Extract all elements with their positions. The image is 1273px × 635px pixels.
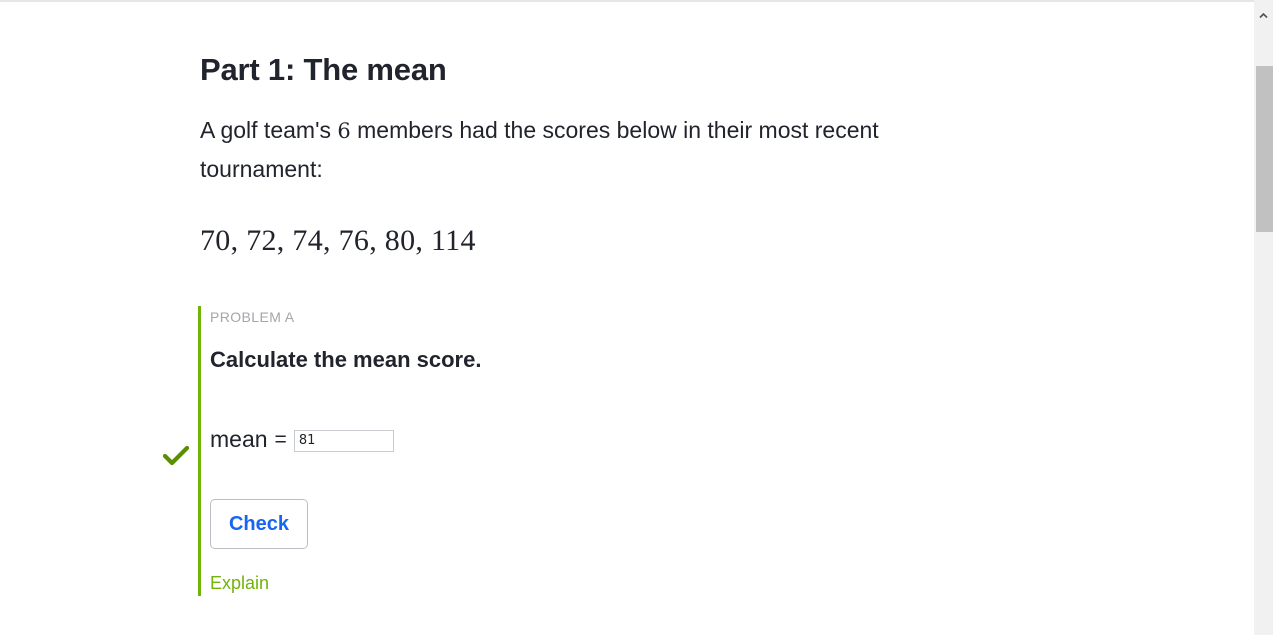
page-title: Part 1: The mean	[200, 52, 447, 87]
problem-label: PROBLEM A	[210, 309, 295, 325]
answer-label: mean	[210, 426, 268, 452]
vertical-scrollbar[interactable]	[1254, 0, 1273, 635]
team-size-value: 6	[337, 119, 351, 143]
scores-list: 70, 72, 74, 76, 80, 114	[200, 224, 476, 257]
mean-answer-input[interactable]	[293, 429, 394, 452]
problem-intro: A golf team's 6 members had the scores b…	[200, 111, 960, 188]
scrollbar-thumb[interactable]	[1256, 66, 1273, 232]
top-divider	[0, 0, 1273, 2]
equals-sign: =	[274, 427, 287, 451]
intro-text-before: A golf team's	[200, 117, 338, 143]
scroll-up-button[interactable]	[1254, 3, 1273, 27]
problem-a-section: PROBLEM A Calculate the mean score. mean…	[198, 306, 901, 596]
problem-question: Calculate the mean score.	[210, 347, 482, 372]
check-button[interactable]: Check	[210, 499, 308, 549]
answer-row: mean =	[210, 426, 394, 453]
checkmark-icon	[163, 445, 189, 466]
explain-link[interactable]: Explain	[210, 573, 269, 594]
chevron-up-icon	[1259, 12, 1268, 18]
